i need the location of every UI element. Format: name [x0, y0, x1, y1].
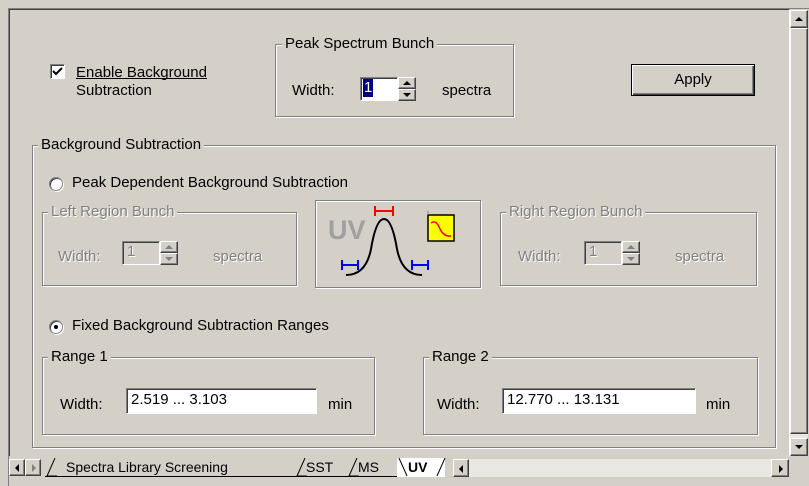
range2-width-value: 12.770 ... 13.131 [507, 391, 620, 408]
range1-width-input[interactable]: 2.519 ... 3.103 [126, 388, 317, 414]
tab-edge-icon [46, 458, 57, 477]
range2-unit: min [706, 396, 731, 413]
left-width-spin-up [160, 241, 178, 253]
right-width-input: 1 [584, 241, 622, 265]
uv-settings-panel: Enable Background Subtraction Peak Spect… [9, 9, 790, 456]
range1-unit: min [328, 396, 353, 413]
uv-illustration-text: UV [328, 215, 366, 245]
peak-width-unit: spectra [442, 82, 492, 99]
peak-width-spin-up[interactable] [398, 77, 416, 89]
tab-label: MS [358, 459, 379, 475]
tab-edge-icon [436, 458, 446, 477]
scroll-up-button[interactable] [790, 10, 808, 28]
right-width-spin-up [622, 241, 640, 253]
arrow-down-icon [795, 445, 803, 449]
range1-width-value: 2.519 ... 3.103 [131, 391, 227, 408]
enable-background-label[interactable]: Enable Background [76, 64, 207, 82]
range2-width-input[interactable]: 12.770 ... 13.131 [502, 388, 696, 414]
scroll-down-button[interactable] [790, 438, 808, 456]
tab-sst[interactable]: SST [295, 458, 347, 477]
arrow-right-icon [779, 465, 783, 473]
sheet-tab-bar: Spectra Library Screening SST MS UV [9, 458, 789, 478]
arrow-right-icon [32, 464, 36, 472]
arrow-left-icon [15, 464, 19, 472]
range2-title: Range 2 [429, 348, 492, 366]
fixed-ranges-radio[interactable] [49, 320, 63, 334]
tab-scroll-right-button[interactable] [25, 459, 41, 476]
apply-button-label: Apply [674, 71, 712, 88]
tab-uv[interactable]: UV [397, 458, 446, 477]
tab-ms[interactable]: MS [347, 458, 397, 477]
h-scroll-right-button[interactable] [771, 459, 789, 477]
right-region-title: Right Region Bunch [506, 203, 646, 221]
tab-label: SST [306, 459, 334, 475]
vertical-scrollbar[interactable] [790, 10, 808, 456]
peak-dependent-radio[interactable] [49, 177, 63, 191]
right-width-label: Width: [518, 248, 561, 265]
enable-background-label-line1: Enable Background [76, 64, 207, 81]
arrow-up-icon [795, 17, 803, 21]
h-scroll-left-button[interactable] [453, 459, 469, 477]
peak-dependent-label[interactable]: Peak Dependent Background Subtraction [72, 174, 348, 192]
range1-title: Range 1 [48, 348, 111, 366]
uv-peak-illustration-icon: UV [328, 206, 455, 276]
horizontal-scrollbar[interactable] [453, 459, 789, 477]
arrow-left-icon [459, 465, 463, 473]
peak-width-spin-down[interactable] [398, 89, 416, 101]
peak-spectrum-bunch-title: Peak Spectrum Bunch [282, 35, 438, 53]
tab-spectra-library-screening[interactable]: Spectra Library Screening [45, 458, 295, 477]
apply-button[interactable]: Apply [631, 64, 755, 96]
enable-background-checkbox[interactable] [50, 64, 65, 79]
range1-width-label: Width: [60, 396, 103, 413]
tab-label: UV [408, 459, 428, 475]
background-subtraction-title: Background Subtraction [38, 136, 205, 154]
checkmark-icon [52, 67, 63, 76]
right-width-value: 1 [589, 243, 598, 260]
left-width-unit: spectra [213, 248, 263, 265]
fixed-ranges-label[interactable]: Fixed Background Subtraction Ranges [72, 317, 329, 335]
left-width-label: Width: [58, 248, 101, 265]
enable-background-label-line2: Subtraction [76, 82, 152, 99]
vertical-scroll-thumb[interactable] [790, 28, 808, 434]
tab-label: Spectra Library Screening [66, 459, 228, 475]
peak-width-input[interactable]: 1 [360, 77, 398, 101]
left-width-spin-down [160, 253, 178, 265]
left-region-title: Left Region Bunch [48, 203, 178, 221]
range2-width-label: Width: [437, 396, 480, 413]
left-width-input: 1 [122, 241, 160, 265]
peak-width-value: 1 [363, 79, 374, 97]
peak-width-label: Width: [292, 82, 335, 99]
tab-scroll-left-button[interactable] [9, 459, 25, 476]
right-width-spin-down [622, 253, 640, 265]
right-width-unit: spectra [675, 248, 725, 265]
left-width-value: 1 [127, 243, 136, 260]
